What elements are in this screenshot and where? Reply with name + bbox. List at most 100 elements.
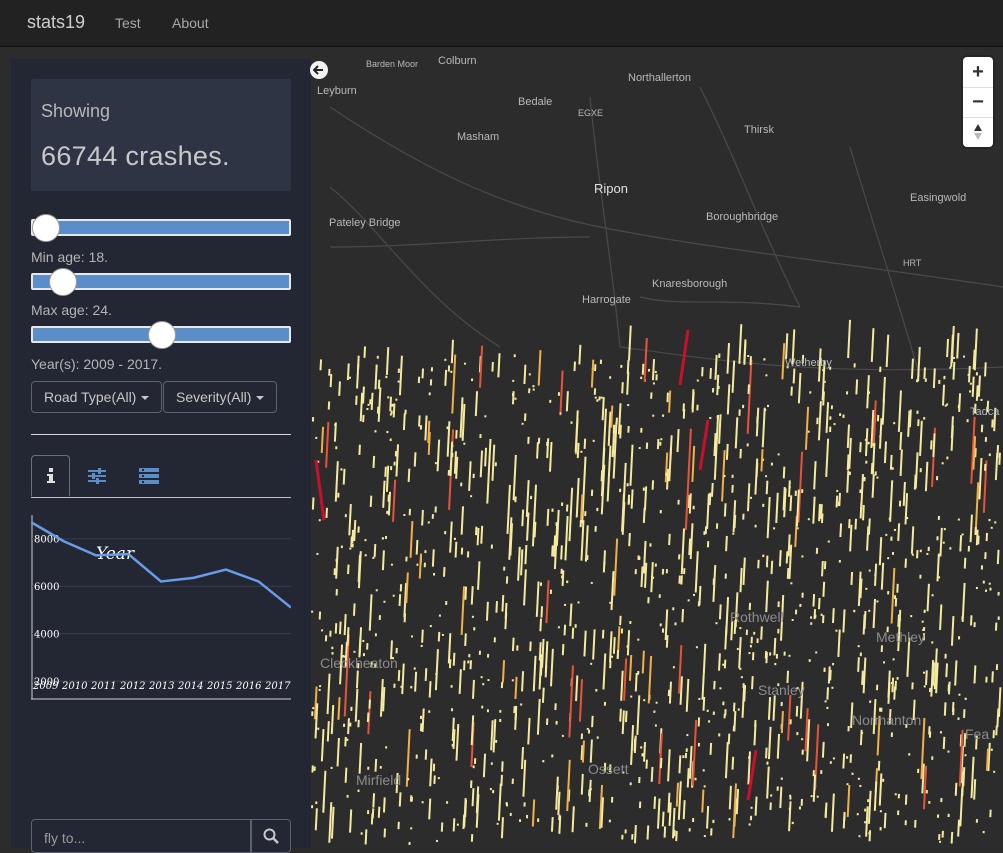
crash-bar — [690, 493, 691, 513]
crash-bar — [629, 533, 630, 546]
zoom-out-button[interactable]: − — [963, 87, 993, 117]
map-place-label: Methley — [876, 629, 925, 645]
min-age-slider-handle[interactable] — [32, 214, 60, 242]
crash-bar — [383, 550, 384, 570]
crash-bar — [429, 799, 430, 820]
nav-link-about[interactable]: About — [172, 15, 209, 31]
divider — [31, 434, 291, 435]
crash-bar — [473, 680, 474, 699]
chart-x-tick-label: 2016 — [235, 681, 262, 692]
crash-bar — [681, 676, 682, 705]
severity-dropdown[interactable]: Severity(All) — [163, 381, 277, 413]
reset-north-button[interactable] — [963, 117, 993, 147]
crash-bar — [904, 482, 905, 506]
crash-bar — [870, 830, 871, 841]
crash-bar — [783, 595, 784, 607]
tab-layers[interactable] — [129, 455, 168, 497]
crash-bar — [813, 594, 814, 606]
crash-bar — [743, 558, 744, 585]
crash-bar — [359, 555, 360, 582]
crash-bar — [740, 568, 741, 592]
crash-bar — [766, 748, 767, 759]
crash-bar — [727, 444, 728, 460]
map-place-label: EGXE — [578, 108, 603, 118]
crash-bar — [725, 503, 726, 516]
crash-bar — [363, 387, 364, 404]
crash-bar — [552, 545, 553, 556]
zoom-in-button[interactable]: + — [963, 57, 993, 87]
crash-bar — [679, 755, 680, 773]
chart-y-tick-label: 4000 — [34, 630, 59, 641]
nav-link-test[interactable]: Test — [115, 15, 141, 31]
year-slider[interactable] — [31, 326, 291, 343]
crash-bar — [528, 718, 529, 744]
brand-link[interactable]: stats19 — [27, 12, 85, 33]
crash-bar — [635, 825, 636, 843]
crash-bar — [894, 686, 895, 699]
crash-bar — [383, 481, 384, 508]
crash-bar — [516, 706, 517, 720]
crash-bar — [769, 697, 770, 720]
crash-bar — [979, 375, 980, 396]
map-place-label: Rothwell — [730, 609, 784, 625]
crash-bar — [867, 526, 868, 550]
crash-bar — [591, 739, 592, 762]
tab-info[interactable] — [31, 455, 70, 497]
crash-bar — [390, 397, 391, 412]
crash-bar — [454, 818, 455, 831]
crash-bar — [996, 453, 997, 480]
tab-divider — [31, 497, 291, 498]
crash-bar — [761, 449, 762, 471]
crash-bar — [767, 556, 768, 566]
map-place-label: Easingwold — [910, 192, 966, 204]
map-place-label: Harrogate — [582, 294, 631, 306]
road-type-dropdown[interactable]: Road Type(All) — [31, 381, 162, 413]
crash-bar — [632, 489, 633, 508]
crash-bar — [456, 542, 457, 558]
map-place-label: Bedale — [518, 96, 552, 108]
map-place-label: Stanley — [758, 682, 805, 698]
crash-bar — [814, 775, 815, 802]
crash-bar — [819, 598, 820, 609]
crash-bar — [316, 808, 317, 830]
year-slider-handle[interactable] — [148, 321, 176, 349]
crash-bar — [789, 480, 790, 496]
crash-bar — [998, 550, 999, 564]
crash-bar — [658, 439, 659, 449]
crash-bar — [581, 494, 582, 519]
crash-bar — [576, 675, 577, 701]
crash-bar — [974, 779, 975, 799]
crash-bar — [373, 793, 374, 807]
crash-bar — [822, 561, 823, 576]
crash-bar — [999, 453, 1000, 465]
tab-filters[interactable] — [77, 455, 116, 497]
crash-bar — [702, 675, 703, 700]
crash-bar — [943, 385, 944, 406]
min-age-slider[interactable] — [31, 219, 291, 236]
crash-bar — [789, 534, 790, 556]
map-place-label: Barden Moor — [366, 59, 418, 69]
info-icon — [44, 467, 58, 485]
map-place-label: HRT — [903, 258, 921, 268]
crash-bar — [614, 637, 615, 654]
crash-bar — [472, 586, 473, 604]
max-age-slider[interactable] — [31, 273, 291, 290]
crash-bar — [947, 339, 948, 357]
crash-bar — [906, 795, 907, 805]
crash-bar — [933, 433, 934, 456]
search-icon — [263, 828, 279, 844]
crash-bar — [352, 530, 353, 543]
crash-bar — [583, 741, 584, 763]
crash-bar — [578, 443, 579, 458]
map-place-label: Tadca — [970, 406, 999, 418]
crash-bar — [669, 534, 670, 545]
collapse-sidebar-button[interactable] — [310, 61, 328, 79]
crash-bar — [371, 496, 372, 507]
crash-bar — [838, 630, 839, 657]
chart-x-tick-label: 2009 — [32, 681, 59, 692]
chart-x-tick-label: 2017 — [264, 681, 291, 692]
max-age-slider-handle[interactable] — [49, 268, 77, 296]
crash-bar — [563, 644, 564, 655]
crash-bar — [861, 502, 862, 518]
crash-bar — [707, 806, 708, 829]
